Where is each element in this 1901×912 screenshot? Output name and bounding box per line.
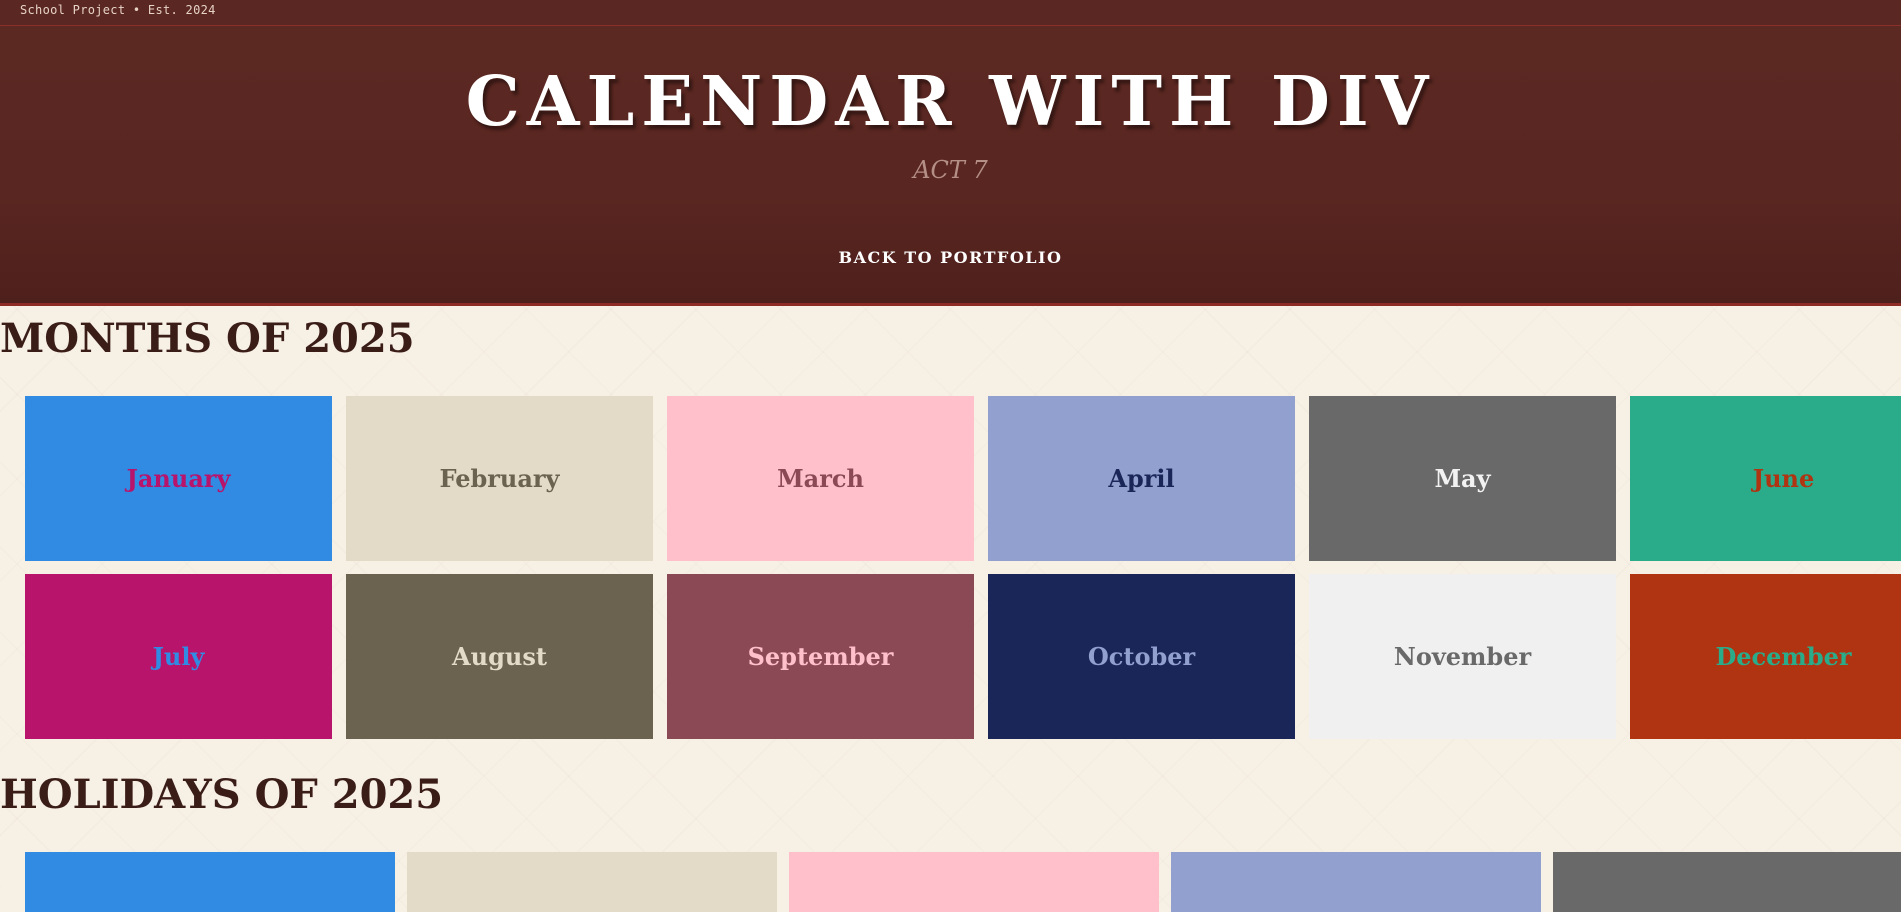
back-to-portfolio-link[interactable]: BACK TO PORTFOLIO: [839, 248, 1063, 267]
holiday-grid: [25, 852, 1901, 912]
holiday-card[interactable]: [25, 852, 395, 912]
holiday-card[interactable]: [1171, 852, 1541, 912]
month-card-january[interactable]: January: [25, 396, 332, 561]
holiday-card[interactable]: [407, 852, 777, 912]
month-card-june[interactable]: June: [1630, 396, 1901, 561]
month-card-july[interactable]: July: [25, 574, 332, 739]
site-title: CALENDAR WITH DIV: [465, 62, 1436, 142]
top-bar: School Project • Est. 2024: [0, 0, 1901, 26]
month-card-december[interactable]: December: [1630, 574, 1901, 739]
holidays-heading: HOLIDAYS OF 2025: [0, 771, 444, 818]
month-card-february[interactable]: February: [346, 396, 653, 561]
month-card-august[interactable]: August: [346, 574, 653, 739]
month-grid: January February March April May June Ju…: [25, 396, 1901, 739]
site-subtitle: ACT 7: [913, 156, 988, 184]
site-header: CALENDAR WITH DIV ACT 7 BACK TO PORTFOLI…: [0, 26, 1901, 306]
holiday-card[interactable]: [1553, 852, 1901, 912]
month-card-november[interactable]: November: [1309, 574, 1616, 739]
month-card-october[interactable]: October: [988, 574, 1295, 739]
month-card-march[interactable]: March: [667, 396, 974, 561]
holiday-card[interactable]: [789, 852, 1159, 912]
month-card-september[interactable]: September: [667, 574, 974, 739]
month-card-april[interactable]: April: [988, 396, 1295, 561]
months-heading: MONTHS OF 2025: [0, 315, 415, 362]
topbar-tagline: School Project • Est. 2024: [20, 3, 216, 17]
month-card-may[interactable]: May: [1309, 396, 1616, 561]
